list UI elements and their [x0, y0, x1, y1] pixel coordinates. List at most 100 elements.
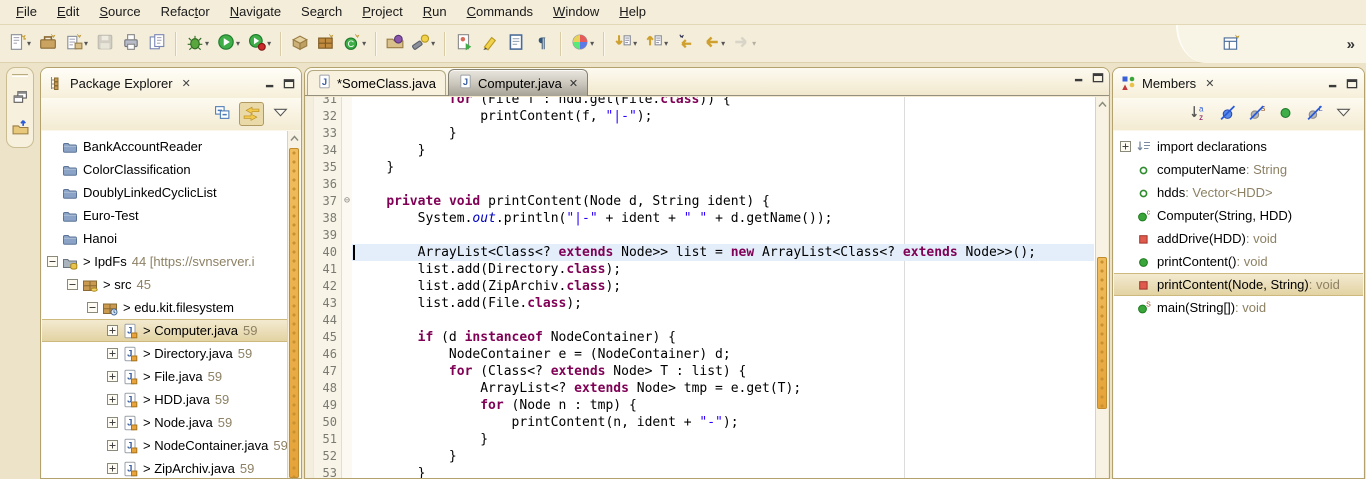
minimize-icon[interactable] [1328, 78, 1340, 89]
expand-icon[interactable] [107, 434, 122, 457]
line-number[interactable]: 37 [314, 193, 342, 210]
tree-item-computer-java[interactable]: J> Computer.java59 [42, 319, 300, 342]
code-line-45[interactable]: 45 if (d instanceof NodeContainer) { [314, 329, 1094, 346]
tree-item-file-java[interactable]: J> File.java59 [42, 365, 300, 388]
tree-item-node-java[interactable]: J> Node.java59 [42, 411, 300, 434]
fold-collapse-icon[interactable]: ⊖ [342, 193, 352, 210]
line-number[interactable]: 53 [314, 465, 342, 478]
print-button[interactable] [119, 31, 143, 57]
back-button[interactable]: ▾ [699, 31, 728, 57]
code-line-50[interactable]: 50 printContent(n, ident + "-"); [314, 414, 1094, 431]
package-explorer-tree[interactable]: BankAccountReaderColorClassificationDoub… [42, 131, 300, 478]
line-number[interactable]: 32 [314, 108, 342, 125]
minimize-icon[interactable] [265, 78, 277, 89]
menu-source[interactable]: Source [89, 0, 150, 24]
tree-item-doublylinkedcycliclist[interactable]: DoublyLinkedCyclicList [42, 181, 300, 204]
expand-icon[interactable] [107, 388, 122, 411]
hide-static-button[interactable]: S [1244, 102, 1269, 126]
line-number[interactable]: 43 [314, 295, 342, 312]
tree-item-hanoi[interactable]: Hanoi [42, 227, 300, 250]
print-margin-button[interactable] [504, 31, 528, 57]
new-button[interactable]: ▾ [5, 31, 34, 57]
open-type-button[interactable] [383, 31, 407, 57]
scroll-up-icon[interactable] [288, 131, 300, 146]
dropdown-arrow-icon[interactable]: ▾ [267, 39, 271, 48]
menu-navigate[interactable]: Navigate [220, 0, 291, 24]
new-class-button[interactable]: C▾ [340, 31, 369, 57]
line-number[interactable]: 48 [314, 380, 342, 397]
dropdown-arrow-icon[interactable]: ▾ [633, 39, 637, 48]
highlighter-button[interactable] [478, 31, 502, 57]
line-number[interactable]: 45 [314, 329, 342, 346]
member-item-printcontent-node-string-[interactable]: printContent(Node, String) : void [1114, 273, 1363, 296]
expand-icon[interactable] [1120, 135, 1135, 158]
tree-item-src[interactable]: > src45 [42, 273, 300, 296]
dropdown-arrow-icon[interactable]: ▾ [236, 39, 240, 48]
expand-icon[interactable] [107, 365, 122, 388]
expand-icon[interactable] [107, 342, 122, 365]
line-number[interactable]: 44 [314, 312, 342, 329]
member-item-computername[interactable]: computerName : String [1114, 158, 1363, 181]
tree-item-hdd-java[interactable]: J> HDD.java59 [42, 388, 300, 411]
tree-item-ipdfs[interactable]: > IpdFs44 [https://svnserver.i [42, 250, 300, 273]
link-with-editor-button[interactable] [239, 102, 264, 126]
line-number[interactable]: 42 [314, 278, 342, 295]
dropdown-arrow-icon[interactable]: ▾ [205, 39, 209, 48]
line-number[interactable]: 38 [314, 210, 342, 227]
dropdown-arrow-icon[interactable]: ▾ [431, 39, 435, 48]
package-explorer-fastview-button[interactable] [12, 119, 29, 139]
members-close-icon[interactable]: ✕ [1203, 76, 1216, 91]
editor-tab--someclass-java[interactable]: J*SomeClass.java [307, 70, 446, 95]
hide-fields-button[interactable] [1215, 102, 1240, 126]
menu-edit[interactable]: Edit [47, 0, 89, 24]
line-number[interactable]: 33 [314, 125, 342, 142]
tree-item-bankaccountreader[interactable]: BankAccountReader [42, 135, 300, 158]
menu-refactor[interactable]: Refactor [151, 0, 220, 24]
show-whitespace-button[interactable]: ¶ [530, 31, 554, 57]
new-type-button[interactable]: ▾ [62, 31, 91, 57]
code-line-35[interactable]: 35 } [314, 159, 1094, 176]
code-line-32[interactable]: 32 printContent(f, "|-"); [314, 108, 1094, 125]
view-menu-button[interactable] [268, 102, 293, 126]
line-number[interactable]: 40 [314, 244, 342, 261]
annotation-ruler[interactable] [306, 97, 314, 478]
code-line-37[interactable]: 37⊖ private void printContent(Node d, St… [314, 193, 1094, 210]
tree-item-euro-test[interactable]: Euro-Test [42, 204, 300, 227]
maximize-icon[interactable] [283, 78, 295, 89]
code-line-46[interactable]: 46 NodeContainer e = (NodeContainer) d; [314, 346, 1094, 363]
run-coverage-button[interactable]: ▾ [245, 31, 274, 57]
code-line-48[interactable]: 48 ArrayList<? extends Node> tmp = e.get… [314, 380, 1094, 397]
code-line-38[interactable]: 38 System.out.println("|-" + ident + " "… [314, 210, 1094, 227]
editor-scrollbar[interactable] [1095, 97, 1108, 478]
menu-run[interactable]: Run [413, 0, 457, 24]
toolbar-overflow-chevron[interactable]: » [1347, 36, 1354, 53]
line-number[interactable]: 47 [314, 363, 342, 380]
package-explorer-scrollbar[interactable] [287, 131, 300, 478]
expand-icon[interactable] [107, 411, 122, 434]
line-number[interactable]: 50 [314, 414, 342, 431]
collapse-icon[interactable] [87, 296, 102, 319]
last-edit-location-button[interactable] [673, 31, 697, 57]
scrollbar-thumb[interactable] [1097, 257, 1107, 409]
build-button[interactable] [145, 31, 169, 57]
java-perspective-button[interactable] [1219, 31, 1243, 57]
dropdown-arrow-icon[interactable]: ▾ [752, 39, 756, 48]
debug-button[interactable]: ▾ [183, 31, 212, 57]
code-line-42[interactable]: 42 list.add(ZipArchiv.class); [314, 278, 1094, 295]
view-menu-button[interactable] [1331, 102, 1356, 126]
editor-tab-computer-java[interactable]: JComputer.java✕ [448, 69, 588, 96]
sort-button[interactable]: az [1186, 102, 1211, 126]
line-number[interactable]: 46 [314, 346, 342, 363]
collapse-all-button[interactable] [210, 102, 235, 126]
search-button[interactable]: ▾ [409, 31, 438, 57]
code-line-51[interactable]: 51 } [314, 431, 1094, 448]
show-public-button[interactable] [1273, 102, 1298, 126]
line-number[interactable]: 34 [314, 142, 342, 159]
code-line-52[interactable]: 52 } [314, 448, 1094, 465]
line-number[interactable]: 51 [314, 431, 342, 448]
tree-item-colorclassification[interactable]: ColorClassification [42, 158, 300, 181]
menu-help[interactable]: Help [609, 0, 656, 24]
member-item-adddrive-hdd-[interactable]: addDrive(HDD) : void [1114, 227, 1363, 250]
dropdown-arrow-icon[interactable]: ▾ [362, 39, 366, 48]
tree-item-nodecontainer-java[interactable]: J> NodeContainer.java59 [42, 434, 300, 457]
